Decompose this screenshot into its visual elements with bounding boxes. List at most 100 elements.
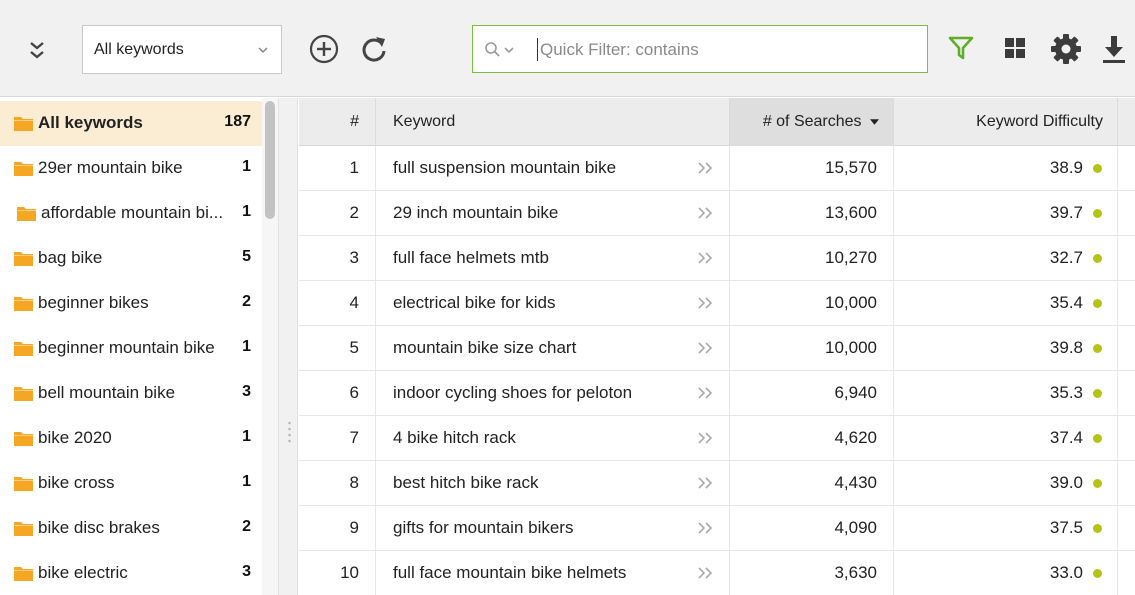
difficulty-cell: 38.9 bbox=[894, 146, 1118, 191]
table-row[interactable]: 2 29 inch mountain bike 13,600 39.7 bbox=[299, 191, 1135, 236]
double-chevron-right-icon[interactable] bbox=[696, 520, 714, 536]
keyword-cell: 4 bike hitch rack bbox=[376, 416, 730, 461]
difficulty-indicator bbox=[1093, 209, 1102, 218]
drag-handle-icon bbox=[288, 421, 291, 443]
sidebar-item-count: 2 bbox=[242, 293, 251, 310]
sidebar-item-label: bike disc brakes bbox=[38, 518, 160, 537]
keyword-cell: mountain bike size chart bbox=[376, 326, 730, 371]
sidebar-item[interactable]: beginner bikes 2 bbox=[0, 281, 262, 326]
sort-descending-icon bbox=[870, 119, 879, 125]
table-row[interactable]: 1 full suspension mountain bike 15,570 3… bbox=[299, 146, 1135, 191]
difficulty-indicator bbox=[1093, 434, 1102, 443]
double-chevron-right-icon[interactable] bbox=[696, 430, 714, 446]
column-header-searches[interactable]: # of Searches bbox=[730, 98, 894, 146]
table-header: # Keyword # of Searches Keyword Difficul… bbox=[299, 98, 1135, 146]
search-icon[interactable] bbox=[484, 41, 514, 59]
double-chevron-right-icon[interactable] bbox=[696, 385, 714, 401]
double-chevron-right-icon[interactable] bbox=[696, 475, 714, 491]
searches-cell: 4,090 bbox=[730, 506, 894, 551]
searches-cell: 10,000 bbox=[730, 281, 894, 326]
row-number: 5 bbox=[299, 326, 376, 371]
sidebar-item-label: bag bike bbox=[38, 248, 103, 267]
keyword-cell: gifts for mountain bikers bbox=[376, 506, 730, 551]
searches-cell: 4,430 bbox=[730, 461, 894, 506]
folder-icon bbox=[14, 117, 33, 131]
sidebar-item[interactable]: bike cross 1 bbox=[0, 461, 262, 506]
plus-circle-icon[interactable] bbox=[308, 33, 340, 65]
folder-icon bbox=[14, 477, 33, 491]
difficulty-cell: 39.0 bbox=[894, 461, 1118, 506]
sidebar-item[interactable]: affordable mountain bi... 1 bbox=[0, 191, 262, 236]
double-chevron-right-icon[interactable] bbox=[696, 565, 714, 581]
column-header-difficulty[interactable]: Keyword Difficulty bbox=[894, 98, 1118, 146]
sidebar-item-label: bike electric bbox=[38, 563, 128, 582]
keyword-group-dropdown[interactable]: All keywords bbox=[82, 25, 282, 74]
quick-filter-input[interactable] bbox=[540, 38, 910, 62]
table-row[interactable]: 4 electrical bike for kids 10,000 35.4 bbox=[299, 281, 1135, 326]
table-row[interactable]: 10 full face mountain bike helmets 3,630… bbox=[299, 551, 1135, 595]
column-header-keyword[interactable]: Keyword bbox=[376, 98, 730, 146]
sidebar-scrollbar-thumb[interactable] bbox=[265, 101, 275, 219]
table-row[interactable]: 5 mountain bike size chart 10,000 39.8 bbox=[299, 326, 1135, 371]
double-chevron-down-icon[interactable] bbox=[26, 37, 48, 63]
double-chevron-right-icon[interactable] bbox=[696, 160, 714, 176]
sidebar-item[interactable]: bell mountain bike 3 bbox=[0, 371, 262, 416]
double-chevron-right-icon[interactable] bbox=[696, 250, 714, 266]
sidebar-item-label: bike cross bbox=[38, 473, 115, 492]
sidebar-item[interactable]: bike disc brakes 2 bbox=[0, 506, 262, 551]
grid-icon[interactable] bbox=[1004, 37, 1026, 59]
searches-cell: 6,940 bbox=[730, 371, 894, 416]
table-row[interactable]: 3 full face helmets mtb 10,270 32.7 bbox=[299, 236, 1135, 281]
sidebar-item-count: 1 bbox=[242, 158, 251, 175]
funnel-icon[interactable] bbox=[948, 35, 974, 61]
sidebar-item-count: 1 bbox=[242, 203, 251, 220]
difficulty-indicator bbox=[1093, 254, 1102, 263]
sidebar-item[interactable]: 29er mountain bike 1 bbox=[0, 146, 262, 191]
column-header-searches-label: # of Searches bbox=[762, 113, 862, 130]
keyword-cell: electrical bike for kids bbox=[376, 281, 730, 326]
refresh-icon[interactable] bbox=[360, 35, 388, 63]
sidebar-item-count: 1 bbox=[242, 428, 251, 445]
table-row[interactable]: 8 best hitch bike rack 4,430 39.0 bbox=[299, 461, 1135, 506]
row-number: 4 bbox=[299, 281, 376, 326]
sidebar-item-label: affordable mountain bi... bbox=[41, 203, 224, 222]
column-header-number[interactable]: # bbox=[299, 98, 376, 146]
toolbar: All keywords bbox=[0, 0, 1135, 97]
row-number: 9 bbox=[299, 506, 376, 551]
difficulty-indicator bbox=[1093, 524, 1102, 533]
sidebar-item[interactable]: bike 2020 1 bbox=[0, 416, 262, 461]
keyword-groups-sidebar: All keywords 187 29er mountain bike 1 af… bbox=[0, 98, 262, 595]
row-number: 8 bbox=[299, 461, 376, 506]
sidebar-item-all-keywords[interactable]: All keywords 187 bbox=[0, 101, 262, 146]
panel-splitter[interactable] bbox=[278, 98, 298, 595]
download-icon[interactable] bbox=[1101, 34, 1127, 64]
double-chevron-right-icon[interactable] bbox=[696, 340, 714, 356]
sidebar-item[interactable]: bike electric 3 bbox=[0, 551, 262, 595]
table-row[interactable]: 6 indoor cycling shoes for peloton 6,940… bbox=[299, 371, 1135, 416]
keyword-cell: full suspension mountain bike bbox=[376, 146, 730, 191]
row-number: 2 bbox=[299, 191, 376, 236]
table-row[interactable]: 9 gifts for mountain bikers 4,090 37.5 bbox=[299, 506, 1135, 551]
double-chevron-right-icon[interactable] bbox=[696, 205, 714, 221]
chevron-down-icon bbox=[258, 47, 268, 54]
keyword-cell: full face mountain bike helmets bbox=[376, 551, 730, 595]
sidebar-item[interactable]: bag bike 5 bbox=[0, 236, 262, 281]
searches-cell: 10,000 bbox=[730, 326, 894, 371]
gear-icon[interactable] bbox=[1050, 33, 1082, 65]
sidebar-item-count: 2 bbox=[242, 518, 251, 535]
searches-cell: 10,270 bbox=[730, 236, 894, 281]
folder-icon bbox=[14, 522, 33, 536]
difficulty-indicator bbox=[1093, 389, 1102, 398]
keyword-cell: indoor cycling shoes for peloton bbox=[376, 371, 730, 416]
keywords-table: # Keyword # of Searches Keyword Difficul… bbox=[299, 98, 1135, 595]
sidebar-item-count: 187 bbox=[224, 113, 251, 130]
searches-cell: 4,620 bbox=[730, 416, 894, 461]
difficulty-cell: 37.5 bbox=[894, 506, 1118, 551]
sidebar-item[interactable]: beginner mountain bike 1 bbox=[0, 326, 262, 371]
row-number: 6 bbox=[299, 371, 376, 416]
folder-icon bbox=[14, 162, 33, 176]
double-chevron-right-icon[interactable] bbox=[696, 295, 714, 311]
table-row[interactable]: 7 4 bike hitch rack 4,620 37.4 bbox=[299, 416, 1135, 461]
difficulty-indicator bbox=[1093, 164, 1102, 173]
sidebar-item-count: 3 bbox=[242, 383, 251, 400]
